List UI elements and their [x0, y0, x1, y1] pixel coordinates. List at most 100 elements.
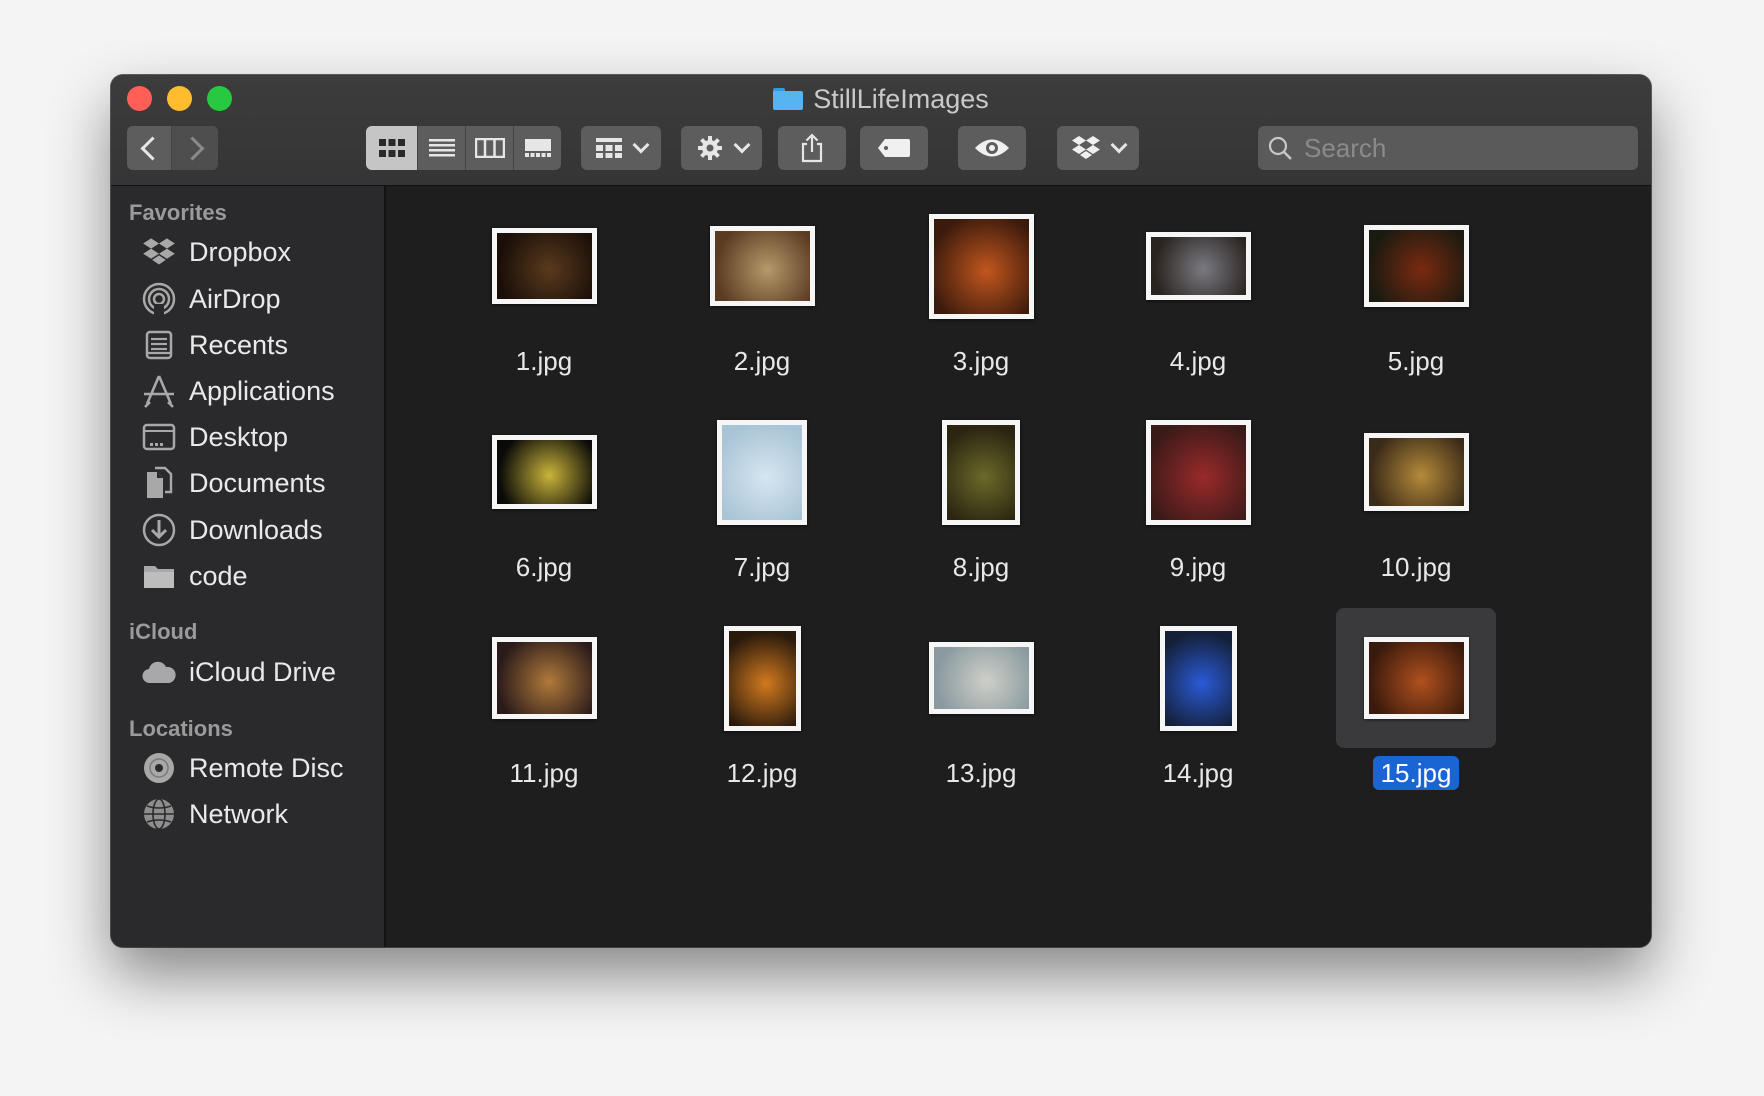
group-by-button[interactable]	[581, 126, 661, 170]
file-item[interactable]: 1.jpg	[464, 196, 624, 386]
chevron-right-icon	[179, 135, 205, 161]
file-name-label: 1.jpg	[515, 346, 573, 376]
file-item[interactable]: 15.jpg	[1336, 608, 1496, 798]
file-name-label: 6.jpg	[515, 552, 573, 582]
tags-button[interactable]	[860, 126, 928, 170]
sidebar-item-label: code	[189, 560, 248, 591]
file-name: 3.jpg	[901, 346, 1061, 377]
documents-icon	[141, 465, 177, 501]
gear-icon	[697, 136, 722, 160]
dropbox-icon	[141, 234, 177, 270]
file-name: 2.jpg	[682, 346, 842, 377]
share-button[interactable]	[778, 126, 846, 170]
file-item[interactable]: 8.jpg	[901, 402, 1061, 592]
sidebar-item-code[interactable]: code	[111, 553, 384, 599]
action-button[interactable]	[681, 126, 762, 170]
image-thumbnail	[491, 637, 597, 719]
file-thumbnail-container	[901, 402, 1061, 542]
chevron-down-icon	[1110, 136, 1128, 154]
file-name-label: 10.jpg	[1380, 552, 1452, 582]
quick-look-button[interactable]	[958, 126, 1026, 170]
image-thumbnail	[928, 213, 1034, 319]
back-button[interactable]	[127, 126, 172, 170]
dropbox-toolbar-button[interactable]	[1057, 126, 1139, 170]
sidebar-section-locations: Locations	[129, 716, 233, 741]
file-item[interactable]: 13.jpg	[901, 608, 1061, 798]
list-view-button[interactable]	[418, 126, 466, 170]
file-name: 7.jpg	[682, 552, 842, 583]
file-thumbnail-container	[1118, 608, 1278, 748]
file-thumbnail-container	[1336, 196, 1496, 336]
file-item[interactable]: 9.jpg	[1118, 402, 1278, 592]
column-view-button[interactable]	[466, 126, 514, 170]
file-item[interactable]: 2.jpg	[682, 196, 842, 386]
file-thumbnail-container	[682, 608, 842, 748]
search-input[interactable]	[1302, 131, 1626, 165]
file-name-label: 7.jpg	[733, 552, 791, 582]
file-item[interactable]: 5.jpg	[1336, 196, 1496, 386]
file-name: 13.jpg	[901, 758, 1061, 789]
file-name-label: 15.jpg	[1372, 756, 1460, 790]
file-thumbnail-container	[464, 402, 624, 542]
forward-button[interactable]	[172, 126, 218, 170]
file-item[interactable]: 14.jpg	[1118, 608, 1278, 798]
image-thumbnail	[491, 228, 597, 304]
file-name-label: 11.jpg	[509, 758, 579, 788]
sidebar-item-desktop[interactable]: Desktop	[111, 414, 384, 460]
sidebar-item-label: Documents	[189, 467, 326, 498]
file-name: 5.jpg	[1336, 346, 1496, 377]
tag-icon	[878, 139, 910, 157]
file-thumbnail-container	[682, 196, 842, 336]
sidebar-item-dropbox[interactable]: Dropbox	[111, 229, 384, 275]
file-thumbnail-container	[901, 608, 1061, 748]
desktop-icon	[141, 419, 177, 455]
sidebar-item-network[interactable]: Network	[111, 791, 384, 837]
file-item[interactable]: 12.jpg	[682, 608, 842, 798]
recents-icon	[141, 327, 177, 363]
chevron-left-icon	[139, 135, 165, 161]
image-thumbnail	[709, 226, 815, 306]
file-thumbnail-container	[464, 608, 624, 748]
file-item[interactable]: 3.jpg	[901, 196, 1061, 386]
file-item[interactable]: 10.jpg	[1336, 402, 1496, 592]
file-name-label: 2.jpg	[733, 346, 791, 376]
file-name-label: 12.jpg	[726, 758, 798, 788]
icon-view-icon	[378, 139, 405, 157]
file-item[interactable]: 4.jpg	[1118, 196, 1278, 386]
file-name-label: 8.jpg	[952, 552, 1010, 582]
file-item[interactable]: 11.jpg	[464, 608, 624, 798]
file-thumbnail-container	[464, 196, 624, 336]
file-item[interactable]: 6.jpg	[464, 402, 624, 592]
chevron-down-icon	[733, 136, 750, 154]
image-thumbnail	[491, 435, 597, 509]
sidebar-item-label: Recents	[189, 329, 289, 360]
gallery-view-button[interactable]	[514, 126, 561, 170]
sidebar-item-downloads[interactable]: Downloads	[111, 507, 384, 553]
group-icon	[596, 138, 622, 158]
sidebar-item-documents[interactable]: Documents	[111, 460, 384, 506]
folder-icon	[773, 88, 804, 110]
sidebar-item-recents[interactable]: Recents	[111, 322, 384, 368]
sidebar-item-remote-disc[interactable]: Remote Disc	[111, 745, 384, 791]
cloud-icon	[141, 654, 177, 690]
share-icon	[801, 133, 823, 163]
file-thumbnail-container	[1336, 402, 1496, 542]
search-field[interactable]	[1258, 126, 1638, 170]
file-thumbnail-container	[901, 196, 1061, 336]
sidebar: Favorites Dropbox AirDrop Recents Applic…	[111, 186, 386, 947]
sidebar-item-label: iCloud Drive	[189, 656, 337, 687]
file-name-label: 9.jpg	[1169, 552, 1227, 582]
network-icon	[141, 796, 177, 832]
file-name: 10.jpg	[1336, 552, 1496, 583]
sidebar-item-label: Desktop	[189, 421, 289, 452]
dropbox-icon	[1072, 136, 1100, 159]
airdrop-icon	[141, 281, 177, 317]
icon-view-button[interactable]	[366, 126, 418, 170]
file-item[interactable]: 7.jpg	[682, 402, 842, 592]
search-icon	[1268, 136, 1292, 160]
sidebar-item-applications[interactable]: Applications	[111, 368, 384, 414]
sidebar-item-airdrop[interactable]: AirDrop	[111, 276, 384, 322]
file-thumbnail-container	[1336, 608, 1496, 748]
sidebar-item-icloud-drive[interactable]: iCloud Drive	[111, 649, 384, 695]
folder-icon	[141, 558, 177, 594]
